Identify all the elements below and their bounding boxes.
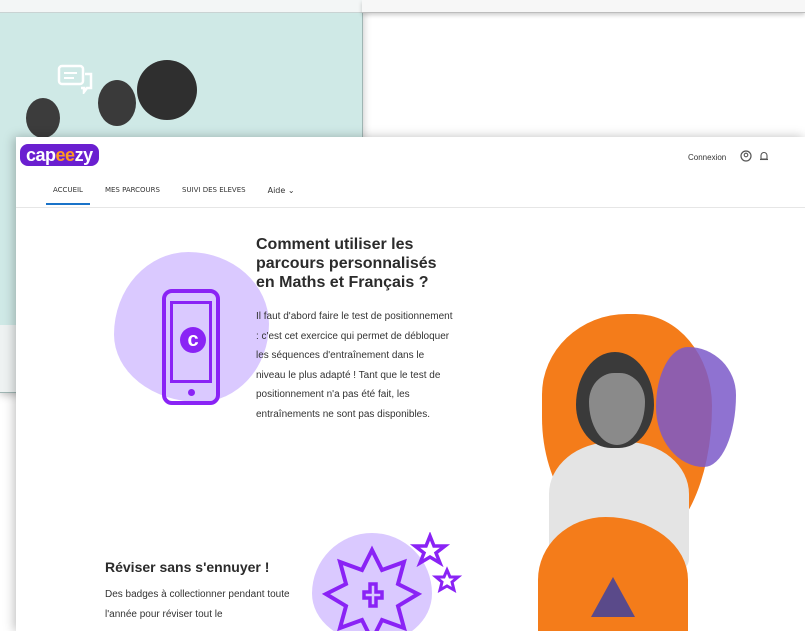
section-text-reviser: Des badges à collectionner pendant toute… <box>105 589 290 620</box>
chat-icon <box>57 64 93 94</box>
user-icon[interactable] <box>740 150 752 162</box>
phone-home-button <box>187 389 195 396</box>
tab-aide-label: Aide <box>267 186 286 195</box>
illustration-child-left <box>26 98 60 138</box>
tab-accueil[interactable]: ACCUEIL <box>46 186 90 205</box>
chevron-down-icon: ⌄ <box>287 186 295 195</box>
phone-icon: c <box>162 289 220 405</box>
tab-mes-parcours[interactable]: MES PARCOURS <box>98 186 167 205</box>
badge-star-icon <box>321 532 463 631</box>
section-title-parcours: Comment utiliser les parcours personnali… <box>256 236 437 291</box>
illustration-child-right <box>98 80 136 126</box>
connexion-link[interactable]: Connexion <box>688 153 726 162</box>
capeezy-c-icon: c <box>180 327 206 353</box>
main-nav: ACCUEIL MES PARCOURS SUIVI DES ELEVES Ai… <box>46 186 302 205</box>
section-title-reviser: Réviser sans s'ennuyer ! <box>105 559 270 575</box>
logo-text-3: zy <box>74 145 94 165</box>
phone-screen: c <box>170 301 212 383</box>
pyramid-illustration <box>591 577 635 617</box>
logo-text-2: ee <box>55 145 76 165</box>
background-window-topbar <box>0 0 362 13</box>
section-text-parcours: Il faut d'abord faire le test de positio… <box>256 311 453 420</box>
tab-suivi-des-eleves[interactable]: SUIVI DES ELEVES <box>175 186 253 205</box>
tab-aide[interactable]: Aide ⌄ <box>261 186 302 205</box>
app-window: capeezy Connexion ACCUEIL MES PARCOURS S… <box>16 137 805 631</box>
background-window-top-right <box>362 0 805 13</box>
bell-icon[interactable] <box>758 150 770 162</box>
header: capeezy Connexion ACCUEIL MES PARCOURS S… <box>16 137 805 208</box>
illustration-adult <box>137 60 197 120</box>
capeezy-logo[interactable]: capeezy <box>20 144 99 166</box>
logo-text-1: cap <box>26 145 56 165</box>
